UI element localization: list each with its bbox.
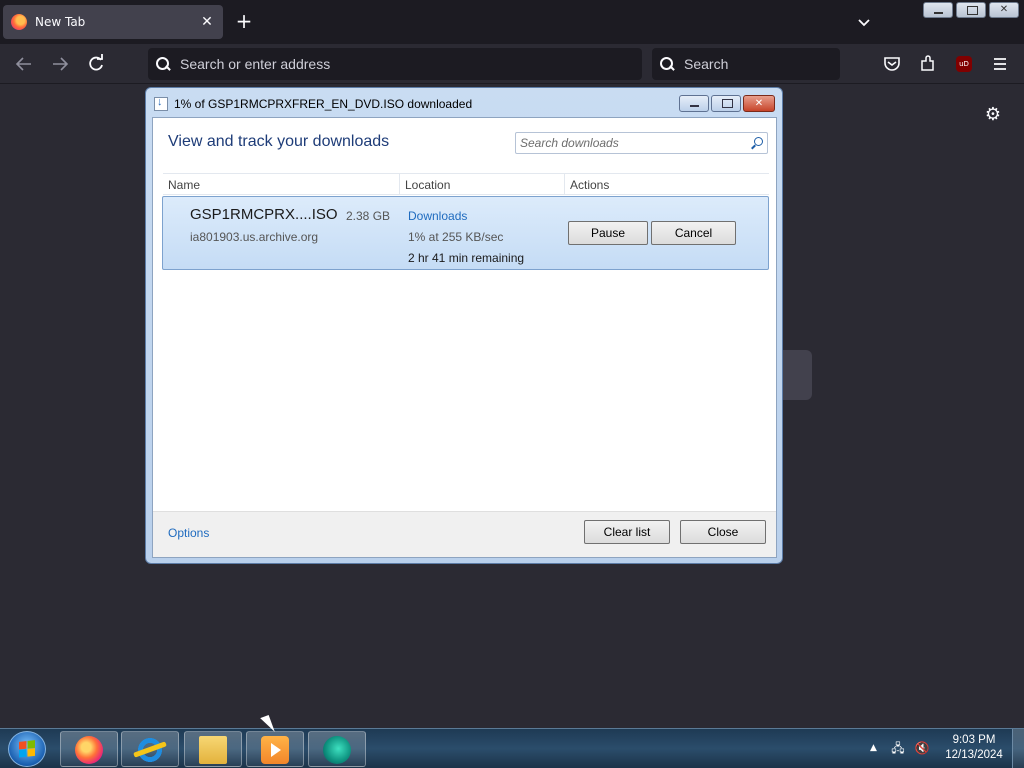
new-tab-button[interactable]: +: [232, 10, 256, 34]
taskbar: ▲ 🖧 🔇 9:03 PM 12/13/2024: [0, 728, 1024, 768]
show-desktop-button[interactable]: [1012, 729, 1024, 768]
download-size: 2.38 GB: [346, 209, 391, 223]
search-icon[interactable]: [751, 137, 763, 149]
window-controls: [923, 2, 1019, 18]
options-link[interactable]: Options: [168, 526, 209, 540]
search-input[interactable]: [684, 56, 840, 72]
pocket-icon: [884, 57, 900, 71]
window-title: 1% of GSP1RMCPRXFRER_EN_DVD.ISO download…: [174, 97, 473, 111]
taskbar-app[interactable]: [308, 731, 366, 767]
column-name[interactable]: Name: [163, 174, 400, 194]
tab-close-icon[interactable]: ✕: [199, 14, 215, 30]
close-window-button[interactable]: [989, 2, 1019, 18]
tab-title: New Tab: [35, 15, 86, 29]
clock-time: 9:03 PM: [952, 734, 996, 746]
media-player-icon: [261, 736, 289, 764]
column-actions[interactable]: Actions: [565, 174, 769, 194]
search-bar[interactable]: [652, 48, 840, 80]
download-host: ia801903.us.archive.org: [190, 230, 319, 244]
firefox-icon: [11, 14, 27, 30]
show-hidden-icons-button[interactable]: ▲: [870, 743, 877, 753]
search-downloads-input[interactable]: [520, 136, 751, 150]
download-row[interactable]: GSP1RMCPRX....ISO 2.38 GB ia801903.us.ar…: [162, 196, 769, 270]
window-title-bar: 1% of GSP1RMCPRXFRER_EN_DVD.ISO download…: [154, 96, 472, 112]
pause-button[interactable]: Pause: [568, 221, 648, 245]
firefox-icon: [75, 736, 103, 764]
volume-muted-icon[interactable]: 🔇: [914, 741, 930, 755]
settings-gear-icon[interactable]: ⚙: [982, 104, 1004, 126]
list-all-tabs-button[interactable]: [852, 10, 876, 34]
dialog-window-controls: [679, 95, 775, 112]
minimize-button[interactable]: [923, 2, 953, 18]
file-explorer-icon: [199, 736, 227, 764]
taskbar-internet-explorer[interactable]: [121, 731, 179, 767]
menu-button[interactable]: [988, 52, 1012, 76]
download-time-remaining: 2 hr 41 min remaining: [408, 251, 525, 265]
navigation-toolbar: uD: [0, 44, 1024, 84]
download-icon: [154, 96, 168, 111]
back-button[interactable]: [12, 52, 36, 76]
dialog-close-button[interactable]: [743, 95, 775, 112]
clear-list-button[interactable]: Clear list: [584, 520, 670, 544]
network-icon[interactable]: 🖧: [890, 741, 906, 755]
start-button[interactable]: [8, 731, 46, 767]
chevron-down-icon: [858, 19, 870, 27]
hamburger-menu-icon: [994, 58, 1006, 70]
downloads-panel: View and track your downloads Name Locat…: [152, 117, 777, 558]
restore-button[interactable]: [956, 2, 986, 18]
internet-explorer-icon: [136, 736, 164, 764]
ublock-icon[interactable]: uD: [956, 56, 972, 72]
forward-button[interactable]: [48, 52, 72, 76]
column-location[interactable]: Location: [400, 174, 565, 194]
dialog-maximize-button[interactable]: [711, 95, 741, 112]
taskbar-file-explorer[interactable]: [184, 731, 242, 767]
dialog-minimize-button[interactable]: [679, 95, 709, 112]
download-filename: GSP1RMCPRX....ISO: [190, 206, 338, 223]
download-location-link[interactable]: Downloads: [408, 209, 467, 223]
downloads-library-window: 1% of GSP1RMCPRXFRER_EN_DVD.ISO download…: [145, 87, 783, 564]
tab-strip: New Tab ✕ +: [0, 0, 1024, 44]
taskbar-media-player[interactable]: [246, 731, 304, 767]
search-downloads-box[interactable]: [515, 132, 768, 154]
column-header: Name Location Actions: [163, 173, 769, 195]
clock-date: 12/13/2024: [945, 749, 1003, 761]
system-clock[interactable]: 9:03 PM 12/13/2024: [940, 733, 1008, 763]
puzzle-icon: [921, 55, 934, 71]
cancel-button[interactable]: Cancel: [651, 221, 736, 245]
address-bar[interactable]: [148, 48, 642, 80]
back-arrow-icon: [15, 57, 31, 71]
search-icon: [156, 57, 170, 71]
taskbar-firefox[interactable]: [60, 731, 118, 767]
pocket-button[interactable]: [880, 52, 904, 76]
address-input[interactable]: [180, 56, 642, 72]
download-progress-text: 1% at 255 KB/sec: [408, 230, 504, 244]
forward-arrow-icon: [53, 57, 69, 71]
reload-icon: [89, 54, 103, 71]
close-button[interactable]: Close: [680, 520, 766, 544]
search-icon: [660, 57, 674, 71]
extensions-button[interactable]: [916, 52, 940, 76]
downloads-heading: View and track your downloads: [168, 133, 390, 150]
reload-button[interactable]: [84, 52, 108, 76]
shortcut-tile: [780, 350, 812, 400]
dialog-footer: Options Clear list Close: [153, 511, 776, 557]
tab-new-tab[interactable]: New Tab ✕: [3, 5, 223, 39]
app-icon: [323, 736, 351, 764]
